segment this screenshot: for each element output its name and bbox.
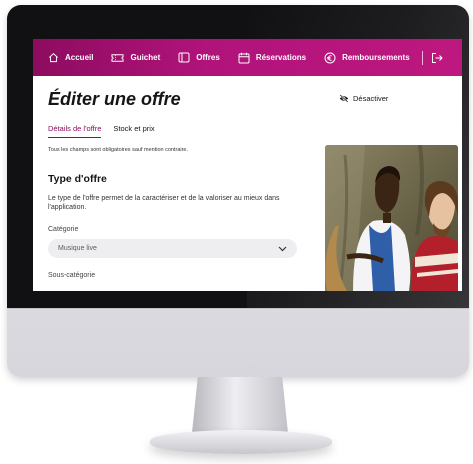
monitor-stand-base	[150, 430, 332, 454]
euro-icon	[324, 52, 336, 63]
required-fields-hint: Tous les champs sont obligatoires sauf m…	[48, 147, 189, 153]
nav-item-offres[interactable]: Offres	[178, 52, 220, 63]
logout-button[interactable]	[431, 52, 443, 64]
category-label: Catégorie	[48, 226, 79, 233]
section-title: Type d'offre	[48, 173, 107, 185]
monitor-chin	[7, 308, 469, 309]
logout-icon	[431, 52, 443, 63]
chevron-down-icon	[278, 246, 287, 251]
offer-preview-image	[325, 145, 458, 291]
nav-separator	[421, 50, 423, 65]
nav-label: Réservations	[255, 53, 307, 62]
monitor-stand-neck	[192, 377, 288, 433]
eye-off-icon	[339, 94, 349, 103]
nav-item-remboursements[interactable]: Remboursements	[324, 52, 410, 64]
nav-item-guichet[interactable]: Guichet	[111, 53, 160, 63]
tab-details[interactable]: Détails de l'offre	[48, 124, 102, 138]
category-select[interactable]: Musique live	[48, 239, 297, 258]
top-navbar: Accueil Guichet Offres Réservations Remb…	[33, 39, 462, 76]
deactivate-label: Désactiver	[353, 94, 389, 103]
ticket-icon	[111, 53, 125, 62]
nav-label: Offres	[196, 53, 220, 62]
calendar-icon	[238, 52, 250, 63]
nav-label: Remboursements	[342, 53, 410, 62]
home-icon	[49, 53, 58, 63]
deactivate-button[interactable]: Désactiver	[339, 94, 388, 103]
nav-item-accueil[interactable]: Accueil	[48, 52, 93, 63]
nav-label: Guichet	[130, 53, 161, 62]
offer-tabs: Détails de l'offre Stock et prix	[48, 124, 167, 138]
offers-icon	[178, 52, 190, 63]
nav-item-reservations[interactable]: Réservations	[238, 52, 306, 64]
page-title: Éditer une offre	[48, 89, 181, 109]
subcategory-label: Sous-catégorie	[48, 272, 96, 279]
nav-label: Accueil	[65, 53, 94, 62]
tab-stock-prix[interactable]: Stock et prix	[113, 124, 154, 138]
app-screen: Accueil Guichet Offres Réservations Remb…	[33, 39, 462, 291]
section-description: Le type de l'offre permet de la caractér…	[48, 195, 280, 211]
category-value: Musique live	[58, 245, 97, 252]
